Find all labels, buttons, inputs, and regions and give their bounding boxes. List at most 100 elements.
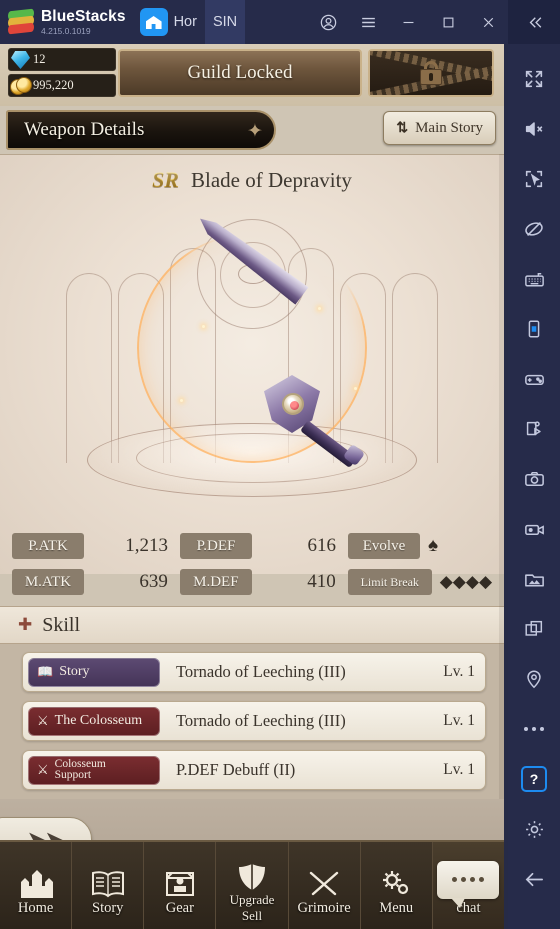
home-icon [139,8,168,36]
main-story-button[interactable]: ⇅ Main Story [383,111,496,145]
armor-stand-icon [162,857,198,899]
evolve-pips: ♠ [428,535,439,556]
list-item[interactable]: ⚔ Colosseum Support P.DEF Debuff (II) Lv… [22,750,486,790]
skill-name: Tornado of Leeching (III) [176,711,346,730]
keyboard-icon[interactable] [508,254,560,304]
weapon-stats: P.ATK 1,213 P.DEF 616 Evolve ♠ M.ATK 639… [0,526,504,600]
chat-bubble-icon [437,857,500,908]
nav-story[interactable]: Story [72,842,145,929]
minimize-icon[interactable] [388,0,428,44]
game-top-bar: 12 995,220 Guild Locked [0,44,504,106]
sword-shield-icon: ⚔ [37,762,49,778]
nav-home-label: Home [17,899,54,916]
book-icon: 📖 [37,664,54,679]
stat-tag-mdef: M.DEF [179,569,252,595]
skill-section-title: Skill [42,613,81,636]
move-cross-icon: ✚ [18,615,33,634]
location-pin-icon[interactable] [508,654,560,704]
page-title-label: Weapon Details [24,119,145,140]
skill-name: P.DEF Debuff (II) [176,760,296,779]
more-options-icon[interactable] [508,704,560,754]
nav-menu[interactable]: Menu [361,842,433,929]
mobile-device-icon[interactable] [508,304,560,354]
settings-gear-icon[interactable] [508,804,560,854]
guild-lock-icon[interactable] [368,49,494,97]
stat-value-pdef: 616 [307,535,337,556]
weapon-artwork [168,267,368,469]
fullscreen-icon[interactable] [508,54,560,104]
multi-instance-icon[interactable] [508,604,560,654]
gold-amount: 995,220 [33,78,74,92]
tab-home-label: Hor [173,14,197,30]
nav-upgrade-sell[interactable]: Upgrade Sell [216,842,289,929]
multi-point-tap-icon[interactable] [508,154,560,204]
skill-tag-label: The Colosseum [54,713,143,728]
skill-level: Lv. 1 [443,663,475,680]
window-controls [308,0,560,44]
skill-level: Lv. 1 [443,712,475,729]
skill-list: 📖 Story Tornado of Leeching (III) Lv. 1 … [0,644,504,799]
close-icon[interactable] [468,0,508,44]
nav-grimoire[interactable]: Grimoire [289,842,361,929]
list-item[interactable]: ⚔ The Colosseum Tornado of Leeching (III… [22,701,486,741]
brand-version: 4.215.0.1019 [41,25,91,36]
skill-tag-label: Story [59,664,90,679]
collapse-sidebar-icon[interactable] [508,0,560,44]
video-record-icon[interactable] [508,504,560,554]
rarity-badge: SR [152,167,179,192]
menu-icon[interactable] [348,0,388,44]
gem-icon [11,51,30,69]
nav-menu-label: Menu [379,899,414,916]
page-title: Weapon Details ✦ [6,110,276,150]
macro-play-icon[interactable] [508,404,560,454]
currency-column: 12 995,220 [8,48,116,100]
stat-tag-patk: P.ATK [12,533,84,559]
nav-home[interactable]: Home [0,842,73,929]
list-item[interactable]: 📖 Story Tornado of Leeching (III) Lv. 1 [22,652,486,692]
swap-arrows-icon: ⇅ [396,120,409,136]
eye-off-icon[interactable] [508,204,560,254]
account-icon[interactable] [308,0,348,44]
gem-amount: 12 [33,52,46,66]
bluestacks-window: BlueStacks 4.215.0.1019 Hor SIN ? 12 995… [0,0,560,929]
guild-locked-label: Guild Locked [187,62,293,83]
skill-tag-label-line2: Support [54,769,92,781]
stat-row: M.ATK 639 M.DEF 410 Limit Break ◆◆◆◆ [12,566,492,598]
back-arrow-icon[interactable] [508,854,560,904]
tab-game-label: SIN [212,14,238,30]
stat-tag-matk: M.ATK [12,569,84,595]
open-book-icon [89,857,127,899]
gem-currency: 12 [8,48,116,71]
nav-upgrade-label: Upgrade [229,891,275,907]
bluestacks-brand: BlueStacks 4.215.0.1019 [0,8,126,36]
guild-locked-button[interactable]: Guild Locked [118,49,362,97]
stat-value-mdef: 410 [307,571,336,592]
skill-tag-colosseum-support: ⚔ Colosseum Support [28,755,160,785]
mute-icon[interactable] [508,104,560,154]
camera-icon[interactable] [508,454,560,504]
help-icon-label: ? [521,766,547,792]
quill-sword-icon [306,857,342,899]
stat-value-patk: 1,213 [125,535,168,556]
tab-game-app[interactable]: SIN [0,0,504,929]
nav-gear-label: Gear [165,899,194,916]
nav-chat[interactable]: chat [432,842,504,929]
stat-tag-evolve: Evolve [348,533,420,559]
stat-value-matk: 639 [139,571,168,592]
stat-row: P.ATK 1,213 P.DEF 616 Evolve ♠ [12,530,492,562]
content-scrollbar[interactable] [499,154,504,799]
nav-gear[interactable]: Gear [144,842,217,929]
screen-header: Weapon Details ✦ ⇅ Main Story [0,106,504,154]
maximize-icon[interactable] [428,0,468,44]
coin-icon [10,77,32,95]
bluestacks-logo-icon [8,8,34,35]
weapon-preview-card: SR Blade of Depravity [0,154,504,574]
help-icon[interactable]: ? [508,754,560,804]
gamepad-icon[interactable] [508,354,560,404]
media-manager-icon[interactable] [508,554,560,604]
tab-home[interactable]: Hor [132,0,205,44]
bottom-navigation: Home Story Gear Upgrade Sell Grimoire Me… [0,840,504,929]
castle-icon [18,857,54,899]
main-story-label: Main Story [415,119,483,136]
skill-section-header: ✚ Skill [0,606,504,644]
